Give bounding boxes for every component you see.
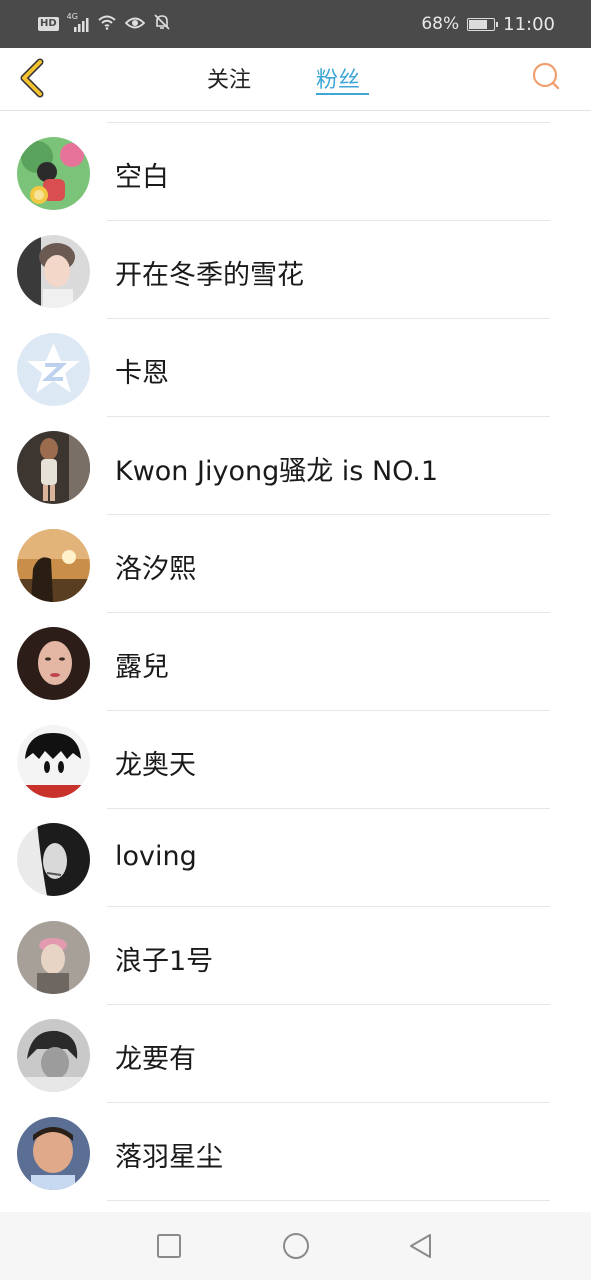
fan-name: 空白 bbox=[115, 162, 169, 193]
fan-name: Kwon Jiyong骚龙 is NO.1 bbox=[115, 456, 439, 487]
avatar bbox=[17, 333, 90, 406]
search-button[interactable] bbox=[530, 60, 562, 92]
circle-icon bbox=[283, 1233, 309, 1259]
system-nav-bar bbox=[0, 1212, 591, 1280]
eye-icon bbox=[124, 15, 145, 34]
mute-bell-icon bbox=[153, 13, 171, 35]
active-tab-indicator bbox=[316, 93, 369, 95]
avatar bbox=[17, 431, 90, 504]
list-item[interactable]: 露兒 bbox=[0, 613, 591, 711]
tab-fans[interactable]: 粉丝 bbox=[316, 62, 360, 94]
fan-name: 龙要有 bbox=[115, 1044, 196, 1075]
avatar bbox=[17, 627, 90, 700]
battery-icon bbox=[467, 17, 499, 31]
triangle-back-icon bbox=[410, 1234, 431, 1258]
square-icon bbox=[157, 1234, 181, 1258]
list-item[interactable]: 龙奥天 bbox=[0, 711, 591, 809]
avatar bbox=[17, 823, 90, 896]
fan-name: 落羽星尘 bbox=[115, 1142, 223, 1173]
list-item[interactable]: loving bbox=[0, 809, 591, 907]
signal-icon: 4G bbox=[67, 12, 89, 32]
avatar bbox=[17, 529, 90, 602]
recent-apps-button[interactable] bbox=[154, 1231, 184, 1261]
status-left: HD 4G bbox=[38, 12, 171, 36]
status-bar: HD 4G 68% 11:00 bbox=[0, 0, 591, 48]
back-button[interactable] bbox=[14, 56, 54, 100]
fan-name: 洛汐熙 bbox=[115, 554, 196, 585]
battery-percent: 68% bbox=[421, 14, 460, 34]
nav-back-button[interactable] bbox=[406, 1231, 436, 1261]
list-item[interactable]: 开在冬季的雪花 bbox=[0, 221, 591, 319]
avatar bbox=[17, 235, 90, 308]
header: 关注 粉丝 bbox=[0, 48, 591, 111]
list-item[interactable]: 卡恩 bbox=[0, 319, 591, 417]
avatar bbox=[17, 1019, 90, 1092]
avatar bbox=[17, 1117, 90, 1190]
hd-badge: HD bbox=[38, 17, 59, 31]
list-item[interactable]: 龙要有 bbox=[0, 1005, 591, 1103]
tab-following[interactable]: 关注 bbox=[207, 62, 251, 94]
list-item[interactable]: 洛汐熙 bbox=[0, 515, 591, 613]
chevron-left-icon bbox=[20, 58, 44, 98]
status-right: 68% 11:00 bbox=[421, 12, 555, 36]
clock: 11:00 bbox=[503, 13, 555, 35]
fan-name: loving bbox=[115, 841, 197, 872]
list-item[interactable]: 落羽星尘 bbox=[0, 1103, 591, 1201]
fan-name: 龙奥天 bbox=[115, 750, 196, 781]
divider bbox=[107, 1200, 550, 1201]
home-button[interactable] bbox=[281, 1231, 311, 1261]
list-item[interactable]: 浪子1号 bbox=[0, 907, 591, 1005]
avatar bbox=[17, 921, 90, 994]
fan-name: 露兒 bbox=[115, 652, 169, 683]
fan-name: 开在冬季的雪花 bbox=[115, 260, 304, 291]
avatar bbox=[17, 725, 90, 798]
list-item[interactable]: Kwon Jiyong骚龙 is NO.1 bbox=[0, 417, 591, 515]
fan-name: 卡恩 bbox=[115, 358, 169, 389]
avatar bbox=[17, 137, 90, 210]
fan-name: 浪子1号 bbox=[115, 946, 214, 977]
list-item[interactable]: 空白 bbox=[0, 123, 591, 221]
wifi-icon bbox=[97, 14, 117, 34]
search-icon bbox=[532, 62, 560, 90]
